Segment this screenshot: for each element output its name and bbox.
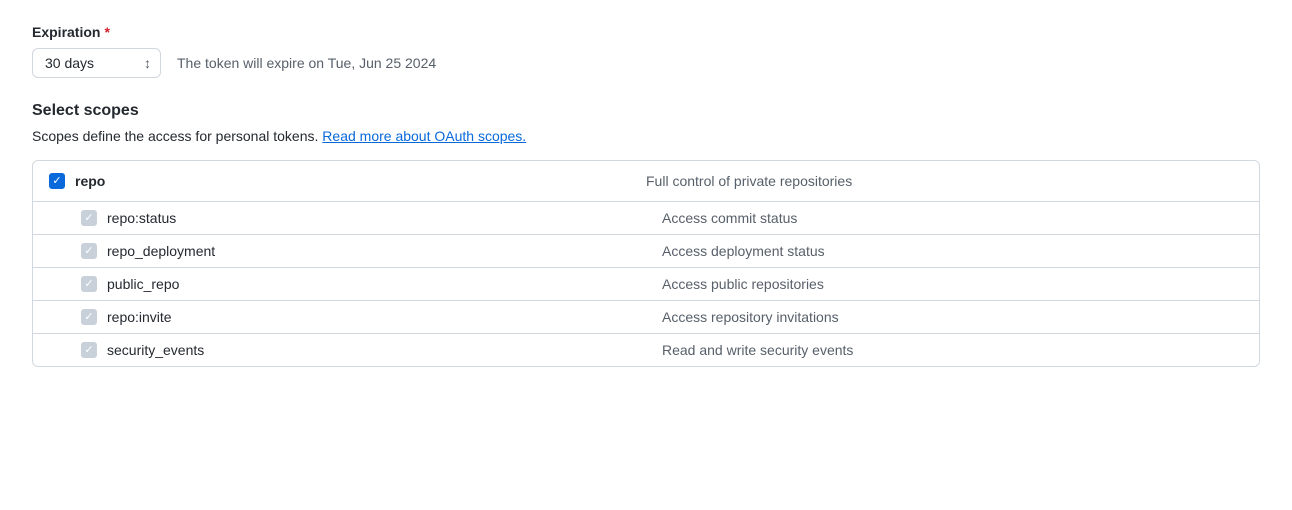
- scope-desc-repo-status: Access commit status: [662, 210, 1243, 226]
- checkbox-wrapper-public-repo[interactable]: ✓: [81, 276, 97, 292]
- scope-name-repo-deployment: repo_deployment: [107, 243, 215, 259]
- checkmark-public-repo: ✓: [84, 279, 93, 290]
- required-indicator: *: [104, 24, 109, 40]
- scope-name-security-events: security_events: [107, 342, 204, 358]
- checkmark-repo: ✓: [52, 176, 61, 187]
- scope-row-security-events: ✓ security_events Read and write securit…: [33, 334, 1259, 366]
- checkbox-wrapper-repo-deployment[interactable]: ✓: [81, 243, 97, 259]
- expiration-label-text: Expiration: [32, 24, 100, 40]
- checkbox-wrapper-repo-invite[interactable]: ✓: [81, 309, 97, 325]
- scopes-description: Scopes define the access for personal to…: [32, 128, 1260, 144]
- expiration-row: No expiration 7 days 30 days 60 days 90 …: [32, 48, 1260, 78]
- scope-row-repo-deployment: ✓ repo_deployment Access deployment stat…: [33, 235, 1259, 268]
- scope-name-repo-invite: repo:invite: [107, 309, 172, 325]
- scopes-heading: Select scopes: [32, 102, 1260, 120]
- checkmark-security-events: ✓: [84, 345, 93, 356]
- expiration-select-wrapper: No expiration 7 days 30 days 60 days 90 …: [32, 48, 161, 78]
- scopes-description-text: Scopes define the access for personal to…: [32, 128, 318, 144]
- checkmark-repo-invite: ✓: [84, 312, 93, 323]
- checkbox-public-repo[interactable]: ✓: [81, 276, 97, 292]
- checkmark-repo-status: ✓: [84, 213, 93, 224]
- scope-left-public-repo: ✓ public_repo: [81, 276, 662, 292]
- scope-name-repo: repo: [75, 173, 105, 189]
- checkbox-repo-invite[interactable]: ✓: [81, 309, 97, 325]
- checkbox-repo-status[interactable]: ✓: [81, 210, 97, 226]
- expiration-hint: The token will expire on Tue, Jun 25 202…: [177, 55, 436, 71]
- scope-row-repo: ✓ repo Full control of private repositor…: [33, 161, 1259, 202]
- scopes-table: ✓ repo Full control of private repositor…: [32, 160, 1260, 367]
- scope-desc-repo-deployment: Access deployment status: [662, 243, 1243, 259]
- expiration-label: Expiration *: [32, 24, 1260, 40]
- checkmark-repo-deployment: ✓: [84, 246, 93, 257]
- scope-left-repo-invite: ✓ repo:invite: [81, 309, 662, 325]
- checkbox-wrapper-security-events[interactable]: ✓: [81, 342, 97, 358]
- expiration-select[interactable]: No expiration 7 days 30 days 60 days 90 …: [32, 48, 161, 78]
- scope-name-repo-status: repo:status: [107, 210, 176, 226]
- expiration-section: Expiration * No expiration 7 days 30 day…: [32, 24, 1260, 78]
- checkbox-wrapper-repo-status[interactable]: ✓: [81, 210, 97, 226]
- scopes-section: Select scopes Scopes define the access f…: [32, 102, 1260, 367]
- scope-desc-security-events: Read and write security events: [662, 342, 1243, 358]
- scope-name-public-repo: public_repo: [107, 276, 179, 292]
- checkbox-security-events[interactable]: ✓: [81, 342, 97, 358]
- scope-row-repo-status: ✓ repo:status Access commit status: [33, 202, 1259, 235]
- scope-row-public-repo: ✓ public_repo Access public repositories: [33, 268, 1259, 301]
- checkbox-wrapper-repo[interactable]: ✓: [49, 173, 65, 189]
- oauth-scopes-link[interactable]: Read more about OAuth scopes.: [322, 128, 526, 144]
- checkbox-repo-deployment[interactable]: ✓: [81, 243, 97, 259]
- scope-desc-repo: Full control of private repositories: [646, 173, 1243, 189]
- scope-left-repo-status: ✓ repo:status: [81, 210, 662, 226]
- scope-left-security-events: ✓ security_events: [81, 342, 662, 358]
- checkbox-repo[interactable]: ✓: [49, 173, 65, 189]
- scope-left-repo-deployment: ✓ repo_deployment: [81, 243, 662, 259]
- scope-desc-repo-invite: Access repository invitations: [662, 309, 1243, 325]
- scope-left-repo: ✓ repo: [49, 173, 646, 189]
- scope-row-repo-invite: ✓ repo:invite Access repository invitati…: [33, 301, 1259, 334]
- scope-desc-public-repo: Access public repositories: [662, 276, 1243, 292]
